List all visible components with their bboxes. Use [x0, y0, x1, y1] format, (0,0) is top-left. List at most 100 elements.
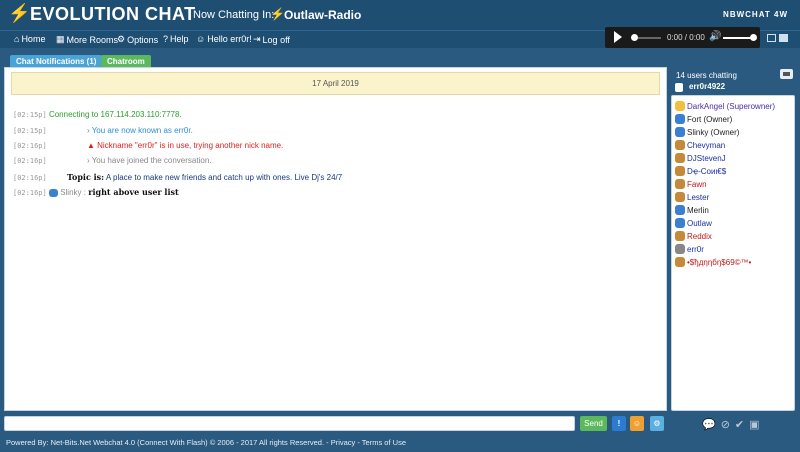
owner-icon: [48, 188, 58, 197]
nav-hello-user[interactable]: ☺ Hello err0r!: [196, 34, 252, 44]
nav-options[interactable]: ⚙ Options: [117, 34, 158, 45]
alert-button[interactable]: !: [612, 416, 626, 431]
message-text: › You are now known as err0r.: [86, 126, 193, 135]
gears-icon: ⚙: [117, 34, 126, 44]
nav-options-label: Options: [127, 34, 159, 45]
message-text: Connecting to 167.114.203.110:7778.: [48, 110, 182, 119]
user-actions: 💬 ⊘ ✔ ▣: [702, 418, 760, 431]
user-name: err0r: [687, 244, 704, 254]
user-list-item[interactable]: Chevyman: [675, 139, 725, 151]
user-list-item[interactable]: Fawn: [675, 178, 707, 190]
user-icon: ☺: [196, 34, 206, 44]
owner-icon: [675, 205, 685, 215]
current-user[interactable]: err0r4922: [673, 82, 797, 93]
message-user[interactable]: Slinky: [60, 188, 81, 197]
user-list-item[interactable]: Merlin: [675, 204, 709, 216]
user-avatar-icon: [675, 179, 685, 189]
room-name: Outlaw-Radio: [284, 8, 362, 22]
volume-handle[interactable]: [750, 34, 757, 41]
user-avatar-icon: [675, 257, 685, 267]
audio-player: 0:00 / 0:00 🔊: [605, 27, 760, 48]
chat-message: [02:16p] ▲ Nickname "err0r" is in use, t…: [13, 141, 283, 150]
layout-single-button[interactable]: [767, 34, 776, 42]
volume-track[interactable]: [723, 37, 753, 39]
room-lightning-icon: ⚡: [270, 7, 285, 21]
user-name: Fawn: [687, 179, 707, 189]
message-separator: :: [83, 188, 86, 197]
user-name: Fort (Owner): [687, 114, 733, 124]
user-list-item[interactable]: •$ђдηηбŋ$69©™•: [675, 256, 751, 268]
nav-logout-label: Log off: [262, 34, 290, 45]
guest-icon: [675, 244, 685, 254]
player-time: 0:00 / 0:00: [667, 33, 705, 42]
layout-split-button[interactable]: [779, 34, 788, 42]
user-name: Chevyman: [687, 140, 726, 150]
user-list-toggle-button[interactable]: [780, 69, 793, 79]
nav-more-rooms-label: More Rooms: [66, 34, 119, 45]
volume-icon[interactable]: 🔊: [709, 31, 721, 42]
user-list-item[interactable]: Fort (Owner): [675, 113, 732, 125]
message-time: [02:16p]: [13, 174, 47, 182]
user-name: Reddix: [687, 231, 712, 241]
chatting-label: Now Chatting In:: [193, 9, 275, 21]
message-text: Nickname "err0r" is in use, trying anoth…: [97, 141, 284, 150]
nav-more-rooms[interactable]: ▦ More Rooms: [56, 34, 118, 45]
settings-button[interactable]: ⚙: [650, 416, 664, 431]
warning-icon: ▲: [86, 141, 95, 150]
user-name: DJStevenJ: [687, 153, 726, 163]
user-list-item[interactable]: DJStevenJ: [675, 152, 726, 164]
superowner-icon: [675, 101, 685, 111]
chat-message: [02:15p] Connecting to 167.114.203.110:7…: [13, 110, 182, 119]
nav-home[interactable]: ⌂ Home: [14, 34, 45, 44]
logout-icon: ⇥: [253, 34, 261, 44]
chat-message: [02:15p] › You are now known as err0r.: [13, 126, 193, 135]
user-name: •$ђдηηбŋ$69©™•: [687, 257, 752, 267]
user-list: DarkAngel (Superowner) Fort (Owner) Slin…: [671, 95, 795, 411]
send-button[interactable]: Send: [580, 416, 607, 431]
user-avatar-icon: [675, 166, 685, 176]
grid-icon: ▦: [56, 34, 65, 44]
user-list-item[interactable]: Dҿ-Ϲoиι€$: [675, 165, 726, 177]
owner-icon: [675, 114, 685, 124]
chat-bubble-icon[interactable]: 💬: [702, 418, 716, 431]
smiley-button[interactable]: ☺: [630, 416, 644, 431]
user-name: Merlin: [687, 205, 709, 215]
user-list-item[interactable]: Slinky (Owner): [675, 126, 739, 138]
nav-help[interactable]: ? Help: [163, 34, 189, 44]
home-icon: ⌂: [14, 34, 20, 44]
owner-icon: [675, 218, 685, 228]
user-list-item[interactable]: Reddix: [675, 230, 712, 242]
users-count: 14 users chatting: [676, 71, 737, 80]
progress-track[interactable]: [638, 37, 661, 39]
block-icon[interactable]: ⊘: [721, 418, 730, 431]
progress-handle[interactable]: [631, 34, 638, 41]
user-list-item[interactable]: err0r: [675, 243, 704, 255]
lightning-icon: ⚡: [8, 3, 31, 23]
user-name: Slinky (Owner): [687, 127, 740, 137]
user-list-item[interactable]: Lester: [675, 191, 709, 203]
chat-message: [02:16p] › You have joined the conversat…: [13, 156, 212, 165]
top-bar: ⚡ EVOLUTION CHAT Now Chatting In: ⚡ Outl…: [0, 0, 800, 30]
image-icon[interactable]: ▣: [749, 418, 759, 431]
footer-text: Powered By: Net-Bits.Net Webchat 4.0 (Co…: [6, 438, 406, 447]
help-icon: ?: [163, 34, 169, 44]
user-list-item[interactable]: DarkAngel (Superowner): [675, 100, 775, 112]
check-icon[interactable]: ✔: [735, 418, 744, 431]
nav-help-label: Help: [170, 34, 189, 44]
chat-panel: 17 April 2019 [02:15p] Connecting to 167…: [4, 67, 667, 411]
user-list-item[interactable]: Outlaw: [675, 217, 712, 229]
nav-home-label: Home: [21, 34, 46, 44]
message-input[interactable]: [4, 416, 575, 431]
chat-message: [02:16p] Slinky : right above user list: [13, 187, 179, 197]
nav-hello-label: Hello err0r!: [207, 34, 252, 44]
nav-logout[interactable]: ⇥ Log off: [253, 34, 290, 45]
message-text: right above user list: [88, 187, 179, 197]
message-time: [02:15p]: [13, 127, 47, 135]
play-icon[interactable]: [614, 31, 622, 43]
message-time: [02:16p]: [13, 157, 47, 165]
app-title: EVOLUTION CHAT: [30, 4, 196, 24]
user-avatar-icon: [675, 192, 685, 202]
message-time: [02:15p]: [13, 111, 47, 119]
chat-message: [02:16p] Topic is: A place to make new f…: [13, 172, 342, 182]
date-divider: 17 April 2019: [11, 72, 660, 95]
